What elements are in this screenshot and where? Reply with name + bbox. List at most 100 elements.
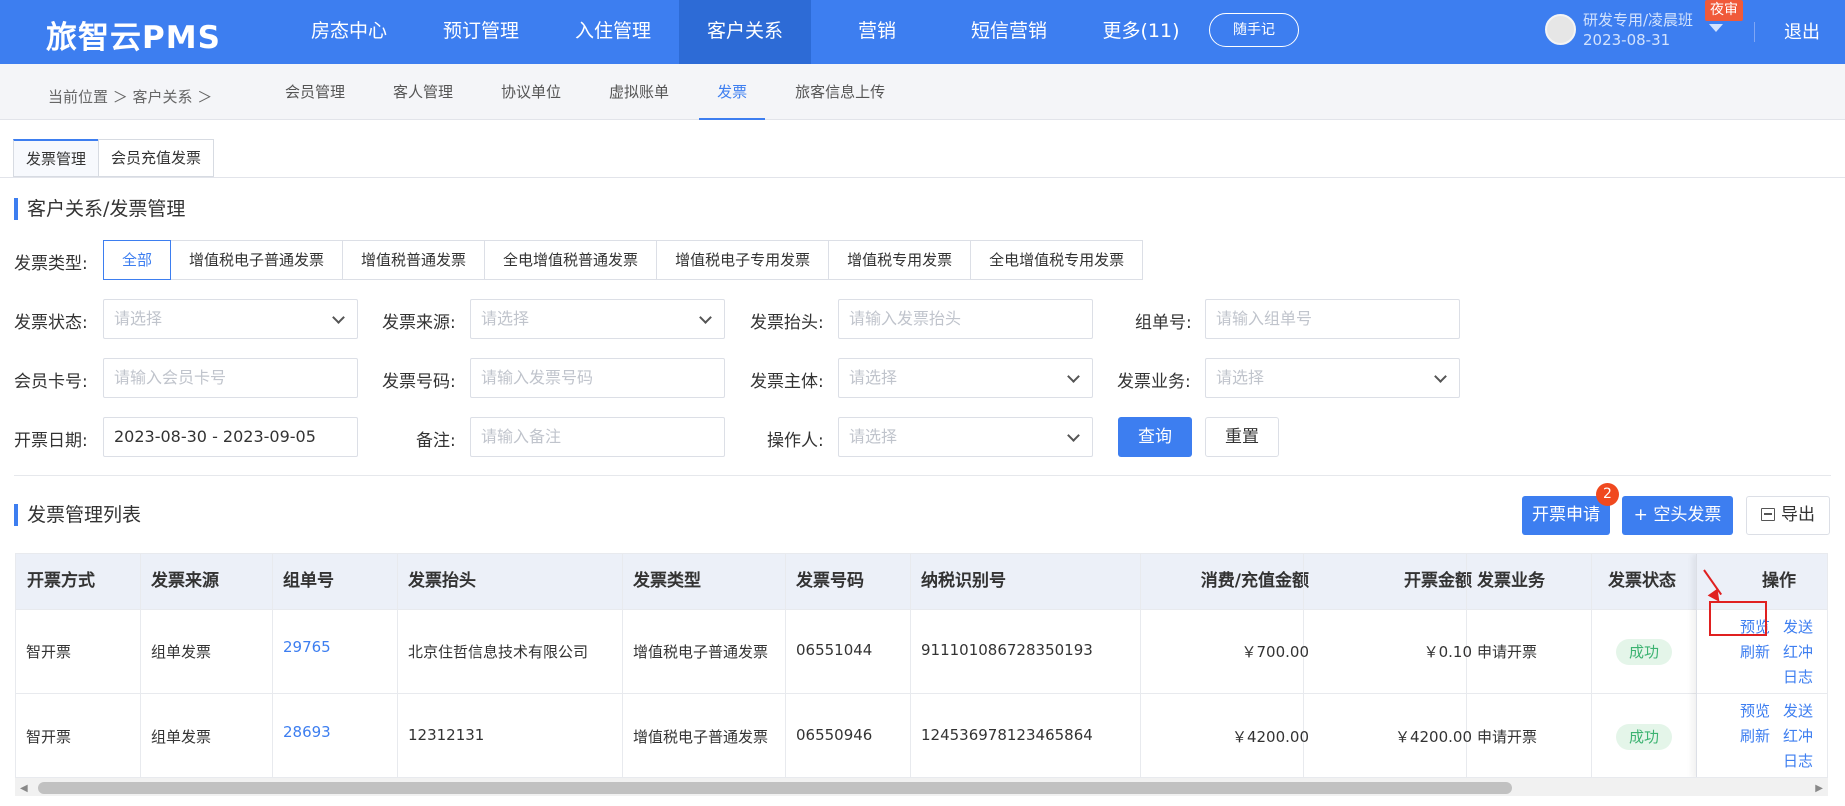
cell-business: 申请开票: [1477, 728, 1538, 746]
col-status[interactable]: 发票状态: [1608, 554, 1676, 609]
type-vat-electronic-normal[interactable]: 增值税电子普通发票: [170, 240, 344, 280]
preview-link[interactable]: 预览: [1740, 700, 1770, 721]
type-vat-normal[interactable]: 增值税普通发票: [342, 240, 486, 280]
status-select[interactable]: 请选择: [103, 299, 358, 339]
group-no-label: 组单号:: [1135, 313, 1192, 333]
col-source[interactable]: 发票来源: [151, 554, 219, 609]
scroll-left-icon[interactable]: ◀: [20, 783, 28, 794]
type-vat-special[interactable]: 增值税专用发票: [828, 240, 972, 280]
scroll-right-icon[interactable]: ▶: [1815, 783, 1823, 794]
status-label: 发票状态:: [14, 313, 88, 333]
avatar[interactable]: [1545, 14, 1576, 45]
sub-nav: 当前位置 ＞ 客户关系 ＞ 会员管理 客人管理 协议单位 虚拟账单 发票 旅客信…: [0, 64, 1845, 120]
cell-business: 申请开票: [1477, 643, 1538, 661]
source-label: 发票来源:: [382, 313, 456, 333]
date-range-input[interactable]: 2023-08-30 - 2023-09-05: [103, 417, 358, 457]
nav-marketing[interactable]: 营销: [811, 0, 943, 64]
tab-divider: [0, 177, 1845, 178]
cell-type: 增值税电子普通发票: [633, 728, 769, 746]
send-link[interactable]: 发送: [1783, 616, 1813, 637]
breadcrumb: 当前位置 ＞ 客户关系 ＞: [48, 88, 213, 106]
chevron-down-icon: [699, 311, 712, 324]
chevron-down-icon[interactable]: [1709, 24, 1723, 32]
refresh-link[interactable]: 刷新: [1740, 725, 1770, 746]
red-flush-link[interactable]: 红冲: [1783, 725, 1813, 746]
invoice-number-input[interactable]: 请输入发票号码: [470, 358, 725, 398]
subnav-guest-mgmt[interactable]: 客人管理: [393, 64, 453, 120]
invoice-type-label: 发票类型:: [14, 254, 88, 274]
main-nav: 房态中心 预订管理 入住管理 客户关系 营销 短信营销 更多(11): [283, 0, 1207, 64]
col-tax-id[interactable]: 纳税识别号: [921, 554, 1006, 609]
invoice-subject-select[interactable]: 请选择: [838, 358, 1093, 398]
cell-type: 增值税电子普通发票: [633, 643, 769, 661]
nav-reservation[interactable]: 预订管理: [415, 0, 547, 64]
business-date: 2023-08-31: [1583, 31, 1671, 49]
invoice-apply-button[interactable]: 开票申请: [1522, 496, 1610, 535]
send-link[interactable]: 发送: [1783, 700, 1813, 721]
user-info[interactable]: 研发专用/凌晨班 2023-08-31: [1583, 10, 1693, 50]
col-method[interactable]: 开票方式: [27, 554, 95, 609]
subnav-virtual-bill[interactable]: 虚拟账单: [609, 64, 669, 120]
logout-button[interactable]: 退出: [1784, 18, 1820, 44]
source-select[interactable]: 请选择: [470, 299, 725, 339]
night-audit-badge[interactable]: 夜审: [1705, 0, 1743, 21]
type-full-electric-vat-special[interactable]: 全电增值税专用发票: [970, 240, 1144, 280]
log-link[interactable]: 日志: [1783, 666, 1813, 687]
group-no-input[interactable]: 请输入组单号: [1205, 299, 1460, 339]
remark-input[interactable]: 请输入备注: [470, 417, 725, 457]
type-vat-electronic-special[interactable]: 增值税电子专用发票: [656, 240, 830, 280]
chevron-down-icon: [1067, 370, 1080, 383]
app-logo: 旅智云PMS: [46, 20, 221, 56]
subnav-invoice[interactable]: 发票: [699, 64, 766, 120]
col-number[interactable]: 发票号码: [796, 554, 864, 609]
subnav-guest-upload[interactable]: 旅客信息上传: [795, 64, 885, 120]
subnav-member-mgmt[interactable]: 会员管理: [285, 64, 345, 120]
operator-label: 操作人:: [767, 431, 824, 451]
export-icon: [1761, 508, 1775, 521]
invoice-title-input[interactable]: 请输入发票抬头: [838, 299, 1093, 339]
reset-button[interactable]: 重置: [1205, 417, 1279, 457]
operator-select[interactable]: 请选择: [838, 417, 1093, 457]
scrollbar-thumb[interactable]: [38, 782, 1512, 794]
cell-source: 组单发票: [151, 728, 212, 746]
nav-more[interactable]: 更多(11): [1075, 0, 1207, 64]
col-type[interactable]: 发票类型: [633, 554, 701, 609]
col-business[interactable]: 发票业务: [1477, 554, 1545, 609]
subnav-tabs: 会员管理 客人管理 协议单位 虚拟账单 发票 旅客信息上传: [285, 64, 933, 120]
col-invoice-amount[interactable]: 开票金额: [1346, 554, 1472, 609]
member-card-input[interactable]: 请输入会员卡号: [103, 358, 358, 398]
status-badge: 成功: [1616, 639, 1672, 665]
table-header: 开票方式 发票来源 组单号 发票抬头 发票类型 发票号码 纳税识别号 消费/充值…: [16, 554, 1827, 609]
divider: [1754, 22, 1755, 42]
cell-source: 组单发票: [151, 643, 212, 661]
tab-invoice-mgmt[interactable]: 发票管理: [13, 139, 100, 177]
cell-number: 06550946: [796, 726, 873, 744]
export-button[interactable]: 导出: [1746, 496, 1830, 535]
type-full-electric-vat-normal[interactable]: 全电增值税普通发票: [484, 240, 658, 280]
type-all[interactable]: 全部: [103, 240, 172, 280]
invoice-title-label: 发票抬头:: [750, 313, 824, 333]
horizontal-scrollbar[interactable]: ◀ ▶: [15, 778, 1828, 796]
subnav-agreement-unit[interactable]: 协议单位: [501, 64, 561, 120]
tab-member-recharge-invoice[interactable]: 会员充值发票: [98, 139, 215, 177]
group-no-link[interactable]: 28693: [283, 723, 331, 741]
nav-checkin[interactable]: 入住管理: [547, 0, 679, 64]
group-no-link[interactable]: 29765: [283, 638, 331, 656]
cell-title: 12312131: [408, 726, 485, 744]
nav-sms-marketing[interactable]: 短信营销: [943, 0, 1075, 64]
nav-customer-relations[interactable]: 客户关系: [679, 0, 811, 64]
member-card-label: 会员卡号:: [14, 372, 88, 392]
cell-method: 智开票: [26, 728, 72, 746]
col-group-no[interactable]: 组单号: [283, 554, 334, 609]
log-link[interactable]: 日志: [1783, 750, 1813, 771]
blank-invoice-button[interactable]: + 空头发票: [1622, 496, 1733, 535]
divider: [14, 475, 1831, 476]
col-consume-amount[interactable]: 消费/充值金额: [1183, 554, 1309, 609]
col-title[interactable]: 发票抬头: [408, 554, 476, 609]
nav-room-status[interactable]: 房态中心: [283, 0, 415, 64]
invoice-business-select[interactable]: 请选择: [1205, 358, 1460, 398]
refresh-link[interactable]: 刷新: [1740, 641, 1770, 662]
red-flush-link[interactable]: 红冲: [1783, 641, 1813, 662]
memo-button[interactable]: 随手记: [1209, 13, 1299, 47]
query-button[interactable]: 查询: [1118, 417, 1192, 457]
